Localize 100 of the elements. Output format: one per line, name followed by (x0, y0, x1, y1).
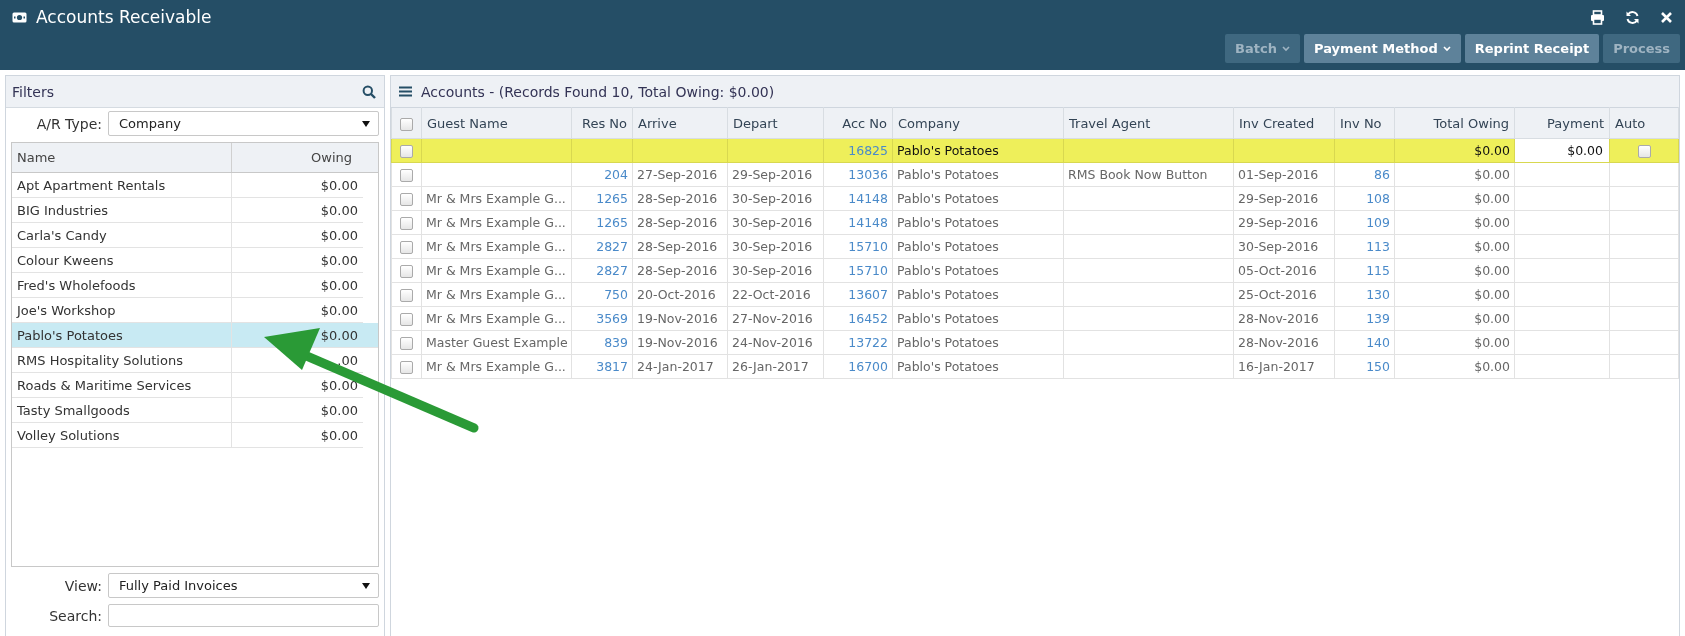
toolbar-button[interactable]: Reprint Receipt (1464, 34, 1600, 63)
caret-icon (1281, 45, 1290, 52)
table-cell: 30-Sep-2016 (1238, 239, 1319, 254)
table-cell: Pablo's Potatoes (897, 191, 999, 206)
table-cell: 30-Sep-2016 (732, 215, 813, 230)
table-cell: Pablo's Potatoes (897, 143, 999, 158)
company-row[interactable]: Pablo's Potatoes $0.00 (12, 323, 378, 348)
table-cell: Mr & Mrs Example G... (426, 287, 566, 302)
table-cell: 24-Jan-2017 (637, 359, 714, 374)
table-cell: Pablo's Potatoes (897, 167, 999, 182)
table-cell: $0.00 (1474, 359, 1510, 374)
column-header: Res No (571, 107, 633, 139)
table-cell: 28-Sep-2016 (637, 191, 718, 206)
table-cell: $0.00 (1474, 263, 1510, 278)
company-row[interactable]: BIG Industries $0.00 (12, 198, 363, 223)
row-checkbox[interactable] (400, 289, 413, 302)
table-cell: RMS Book Now Button (1068, 167, 1208, 182)
search-field[interactable] (108, 604, 379, 627)
table-cell: 28-Nov-2016 (1238, 311, 1319, 326)
field-label: Search: (48, 607, 102, 624)
print-icon[interactable] (1590, 9, 1605, 25)
menu-icon[interactable] (399, 86, 412, 97)
table-cell: Pablo's Potatoes (897, 239, 999, 254)
table-cell: 29-Sep-2016 (1238, 191, 1319, 206)
panel-title: Filters (12, 83, 54, 100)
table-cell: $0.00 (1474, 191, 1510, 206)
row-checkbox[interactable] (400, 169, 413, 182)
row-checkbox[interactable] (400, 313, 413, 326)
table-cell: 19-Nov-2016 (637, 311, 718, 326)
view-select[interactable]: Fully Paid Invoices (108, 573, 379, 598)
company-row[interactable]: Apt Apartment Rentals $0.00 (12, 173, 363, 198)
toolbar-button[interactable]: Payment Method (1303, 34, 1461, 63)
table-cell: 27-Nov-2016 (732, 311, 813, 326)
table-cell: 19-Nov-2016 (637, 335, 718, 350)
column-header: Depart (727, 107, 824, 139)
row-checkbox[interactable] (400, 265, 413, 278)
column-header: Arrive (632, 107, 728, 139)
table-cell: 28-Sep-2016 (637, 215, 718, 230)
table-cell: 20-Oct-2016 (637, 287, 716, 302)
window-title: Accounts Receivable (36, 7, 212, 27)
table-cell: $0.00 (1474, 167, 1510, 182)
field-label: View: (63, 577, 102, 594)
table-cell: $0.00 (1474, 239, 1510, 254)
table-cell: Pablo's Potatoes (897, 263, 999, 278)
table-cell: 30-Sep-2016 (732, 263, 813, 278)
table-cell: $0.00 (1474, 335, 1510, 350)
column-header: Inv Created (1233, 107, 1335, 139)
table-cell: 29-Sep-2016 (732, 167, 813, 182)
row-checkbox[interactable] (400, 337, 413, 350)
table-cell: Pablo's Potatoes (897, 311, 999, 326)
company-row[interactable]: Volley Solutions $0.00 (12, 423, 363, 448)
row-checkbox[interactable] (400, 361, 413, 374)
table-cell: 30-Sep-2016 (732, 239, 813, 254)
table-cell: Mr & Mrs Example G... (426, 215, 566, 230)
row-checkbox[interactable] (400, 241, 413, 254)
table-cell: 01-Sep-2016 (1238, 167, 1319, 182)
cash-icon (12, 11, 27, 23)
panel-title: Accounts - (Records Found 10, Total Owing: $0.00) (421, 83, 775, 100)
column-header: Travel Agent (1063, 107, 1234, 139)
company-row[interactable]: Fred's Wholefoods $0.00 (12, 273, 363, 298)
table-cell: Pablo's Potatoes (897, 359, 999, 374)
table-cell: 16-Jan-2017 (1238, 359, 1315, 374)
row-checkbox[interactable] (400, 193, 413, 206)
table-cell: Mr & Mrs Example G... (426, 239, 566, 254)
table-cell: 27-Sep-2016 (637, 167, 718, 182)
column-header: Company (892, 107, 1064, 139)
ar-type-select[interactable]: Company (108, 111, 379, 136)
refresh-icon[interactable] (1625, 9, 1640, 25)
table-cell: 25-Oct-2016 (1238, 287, 1317, 302)
column-header: Name (16, 150, 57, 165)
table-cell: $0.00 (1474, 143, 1510, 158)
table-cell: 28-Nov-2016 (1238, 335, 1319, 350)
close-icon[interactable] (1660, 10, 1673, 24)
table-cell: 05-Oct-2016 (1238, 263, 1317, 278)
table-cell: 29-Sep-2016 (1238, 215, 1319, 230)
search-icon[interactable] (362, 84, 376, 99)
table-cell: Mr & Mrs Example G... (426, 191, 566, 206)
company-row[interactable]: Colour Kweens $0.00 (12, 248, 363, 273)
column-header: Owing (231, 143, 378, 172)
company-row[interactable]: Roads & Maritime Services $0.00 (12, 373, 363, 398)
caret-icon (1442, 45, 1451, 52)
column-header: Inv No (1334, 107, 1395, 139)
table-cell: 28-Sep-2016 (637, 239, 718, 254)
company-row[interactable]: Carla's Candy $0.00 (12, 223, 363, 248)
table-cell[interactable]: 86 (1374, 167, 1390, 182)
column-header: Auto (1609, 107, 1679, 139)
table-cell: Master Guest Example (426, 335, 568, 350)
column-header: Total Owing (1394, 107, 1515, 139)
table-cell: Pablo's Potatoes (897, 215, 999, 230)
auto-checkbox[interactable] (1637, 145, 1651, 158)
row-checkbox[interactable] (400, 145, 413, 158)
table-cell: Pablo's Potatoes (897, 335, 999, 350)
table-cell: 30-Sep-2016 (732, 191, 813, 206)
row-checkbox[interactable] (400, 217, 413, 230)
select-all-checkbox[interactable] (400, 117, 413, 131)
table-cell: $0.00 (1474, 215, 1510, 230)
company-row[interactable]: Tasty Smallgoods $0.00 (12, 398, 363, 423)
table-cell: Mr & Mrs Example G... (426, 311, 566, 326)
column-header: Acc No (823, 107, 893, 139)
field-label: A/R Type: (35, 115, 102, 132)
